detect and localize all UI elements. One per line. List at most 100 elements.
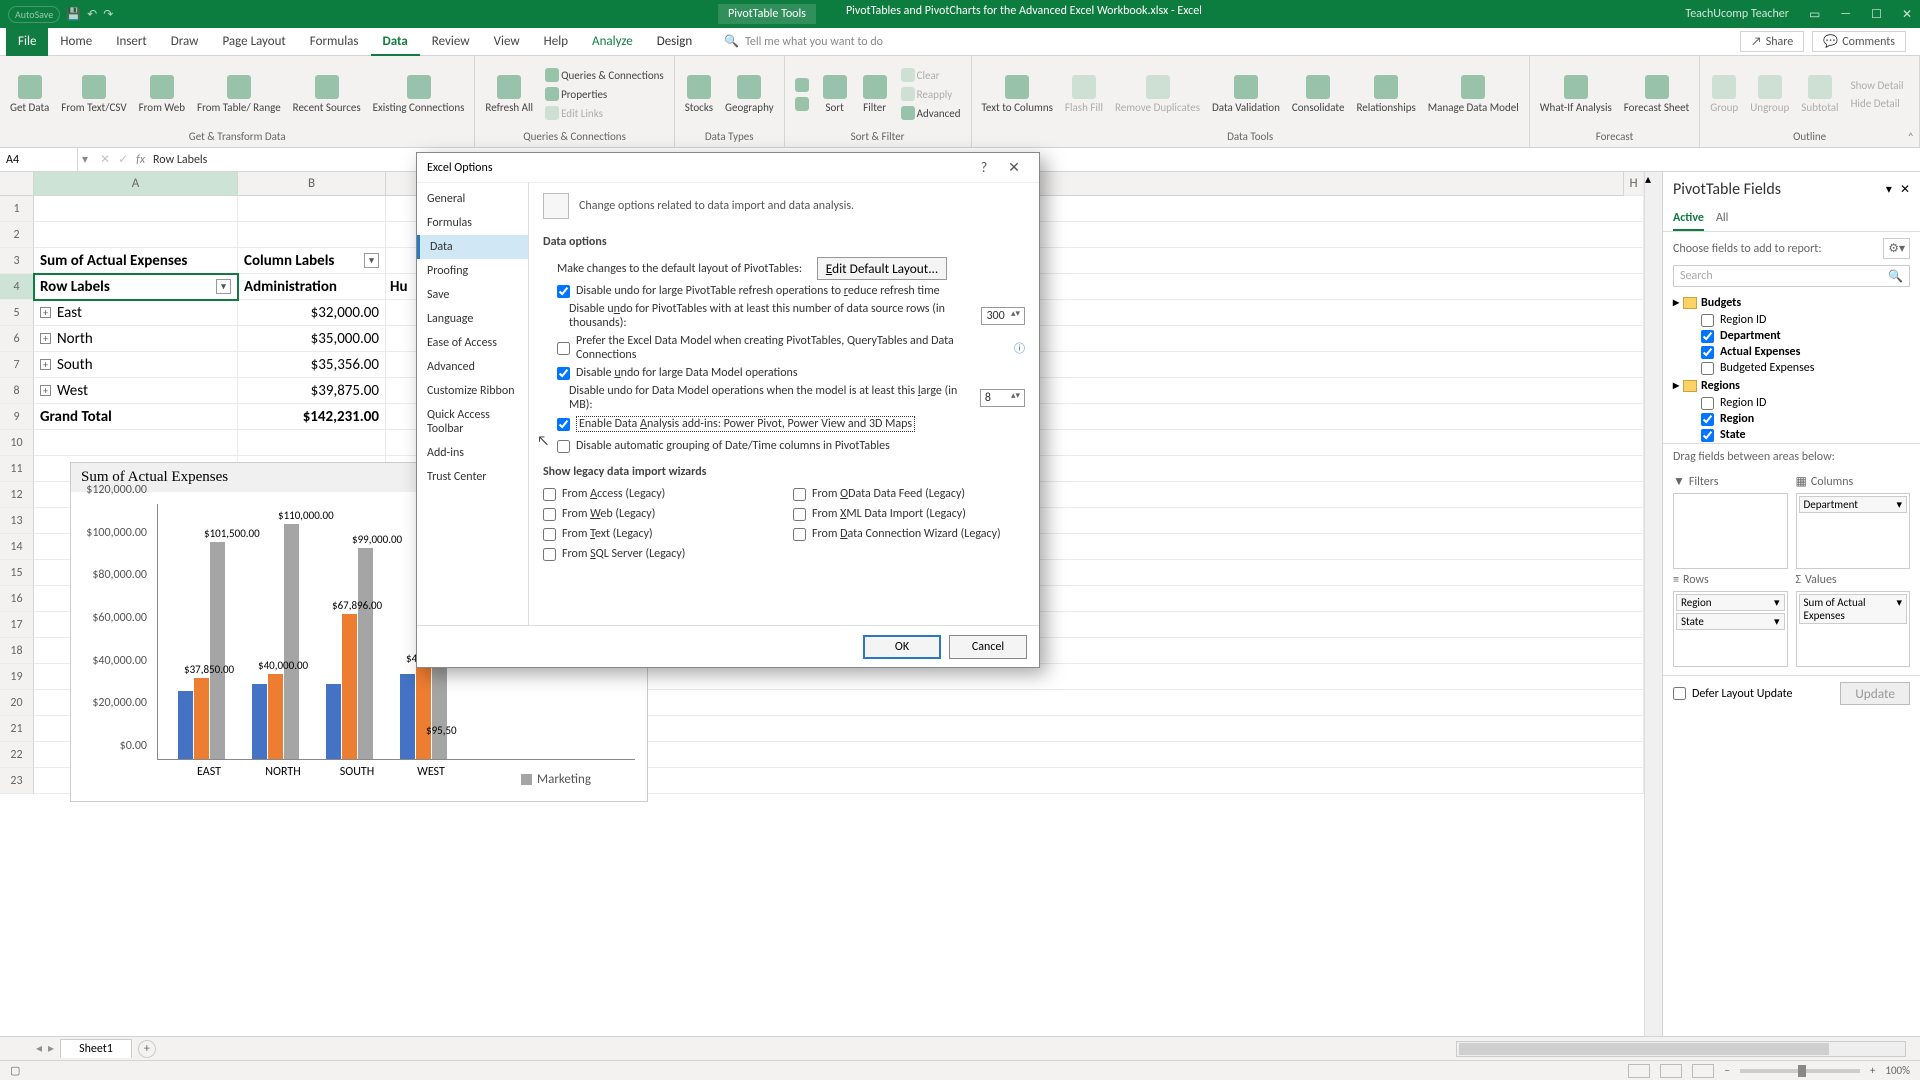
row-header[interactable]: 22 <box>0 742 34 768</box>
chevron-down-icon[interactable]: ▾ <box>1896 498 1902 511</box>
user-name[interactable]: TeachUcomp Teacher <box>1685 7 1789 21</box>
pane-close-icon[interactable]: ✕ <box>1900 182 1910 197</box>
row-header[interactable]: 4 <box>0 274 34 300</box>
field-checkbox[interactable] <box>1701 346 1714 359</box>
row-header[interactable]: 3 <box>0 248 34 274</box>
field-checkbox[interactable] <box>1701 429 1714 442</box>
chart-bar[interactable] <box>252 684 267 759</box>
dialog-close-icon[interactable]: ✕ <box>999 159 1029 176</box>
defer-update-checkbox[interactable] <box>1673 687 1686 700</box>
zoom-slider[interactable] <box>1740 1069 1860 1073</box>
row-header[interactable]: 20 <box>0 690 34 716</box>
vertical-scrollbar[interactable] <box>1644 196 1662 1036</box>
recent-sources-button[interactable]: Recent Sources <box>289 73 365 116</box>
sheet-tab-sheet1[interactable]: Sheet1 <box>60 1039 132 1058</box>
legacy-odata-checkbox[interactable] <box>793 488 806 501</box>
col-header-partial[interactable]: H <box>1624 172 1644 196</box>
field-checkbox[interactable] <box>1701 413 1714 426</box>
chevron-down-icon[interactable]: ▾ <box>1896 596 1902 622</box>
refresh-all-button[interactable]: Refresh All <box>481 73 537 116</box>
update-button[interactable]: Update <box>1840 682 1910 705</box>
row-header[interactable]: 19 <box>0 664 34 690</box>
tab-insert[interactable]: Insert <box>104 28 159 56</box>
filter-dropdown-icon[interactable]: ▾ <box>364 253 379 268</box>
chart-bar[interactable] <box>400 674 415 759</box>
expand-icon[interactable]: + <box>40 385 51 396</box>
options-nav-item[interactable]: Advanced <box>417 355 528 379</box>
field-chip[interactable]: Region▾ <box>1676 594 1785 611</box>
chart-bar[interactable] <box>342 614 357 759</box>
cell[interactable]: +East <box>34 300 238 326</box>
options-nav-item[interactable]: Data <box>417 235 528 259</box>
cell[interactable] <box>238 222 386 248</box>
collapse-icon[interactable]: ▸ <box>1673 378 1679 393</box>
field-checkbox[interactable] <box>1701 362 1714 375</box>
ribbon-display-icon[interactable]: ▭ <box>1809 7 1820 22</box>
row-header[interactable]: 23 <box>0 768 34 794</box>
from-web-button[interactable]: From Web <box>135 73 189 116</box>
page-break-view-icon[interactable] <box>1692 1064 1714 1078</box>
disable-undo-dm-checkbox[interactable] <box>557 367 570 380</box>
field-label[interactable]: State <box>1720 428 1746 442</box>
legacy-text-checkbox[interactable] <box>543 528 556 541</box>
cell[interactable]: $35,000.00 <box>238 326 386 352</box>
advanced-filter-button[interactable]: Advanced <box>897 104 965 122</box>
cell[interactable] <box>238 430 386 456</box>
options-nav-item[interactable]: Quick Access Toolbar <box>417 403 528 441</box>
field-label[interactable]: Region <box>1720 412 1754 426</box>
cell[interactable] <box>238 196 386 222</box>
info-icon[interactable]: ⓘ <box>1014 340 1025 356</box>
expand-icon[interactable]: + <box>40 333 51 344</box>
rows-drop-area[interactable]: Region▾State▾ <box>1673 591 1788 667</box>
pane-tab-active[interactable]: Active <box>1673 207 1704 231</box>
prev-sheet-icon[interactable]: ◂ <box>36 1041 42 1056</box>
existing-connections-button[interactable]: Existing Connections <box>369 73 469 116</box>
what-if-button[interactable]: What-If Analysis <box>1536 73 1616 116</box>
field-label[interactable]: Actual Expenses <box>1720 345 1800 359</box>
tab-formulas[interactable]: Formulas <box>298 28 371 56</box>
text-to-columns-button[interactable]: Text to Columns <box>978 73 1057 116</box>
geography-button[interactable]: Geography <box>721 73 778 116</box>
tab-home[interactable]: Home <box>48 28 104 56</box>
consolidate-button[interactable]: Consolidate <box>1288 73 1349 116</box>
field-checkbox[interactable] <box>1701 397 1714 410</box>
cell[interactable]: $39,875.00 <box>238 378 386 404</box>
from-csv-button[interactable]: From Text/CSV <box>57 73 130 116</box>
expand-icon[interactable]: + <box>40 359 51 370</box>
filter-button[interactable]: Filter <box>857 73 893 116</box>
get-data-button[interactable]: Get Data <box>6 73 53 116</box>
row-header[interactable]: 17 <box>0 612 34 638</box>
legacy-xml-checkbox[interactable] <box>793 508 806 521</box>
comments-button[interactable]: 💬Comments <box>1812 31 1906 52</box>
save-icon[interactable]: 💾 <box>66 7 81 22</box>
undo-icon[interactable]: ↶ <box>87 7 97 22</box>
zoom-out-icon[interactable]: − <box>1724 1064 1729 1077</box>
redo-icon[interactable]: ↷ <box>103 7 113 22</box>
chart-bar[interactable] <box>326 684 341 759</box>
zoom-in-icon[interactable]: + <box>1870 1064 1875 1077</box>
chevron-down-icon[interactable]: ▾ <box>1774 596 1780 609</box>
field-search-input[interactable]: Search 🔍 <box>1673 265 1910 287</box>
horizontal-scrollbar[interactable] <box>1456 1041 1906 1057</box>
field-label[interactable]: Department <box>1720 329 1781 343</box>
close-icon[interactable]: ✕ <box>1902 7 1912 22</box>
queries-connections-button[interactable]: Queries & Connections <box>541 66 668 84</box>
manage-data-model-button[interactable]: Manage Data Model <box>1424 73 1523 116</box>
dm-mb-threshold-spinner[interactable]: 8▴▾ <box>980 389 1025 407</box>
chart-bar[interactable] <box>210 542 225 759</box>
cell[interactable]: $35,356.00 <box>238 352 386 378</box>
row-header[interactable]: 21 <box>0 716 34 742</box>
expand-icon[interactable]: + <box>40 307 51 318</box>
pt-rows-threshold-spinner[interactable]: 300▴▾ <box>981 307 1025 325</box>
maximize-icon[interactable]: ☐ <box>1871 7 1882 22</box>
chart-bar[interactable] <box>416 667 431 759</box>
row-header[interactable]: 2 <box>0 222 34 248</box>
tab-review[interactable]: Review <box>420 28 482 56</box>
cell[interactable]: Column Labels▾ <box>238 248 386 274</box>
add-sheet-button[interactable]: + <box>138 1040 156 1058</box>
legacy-access-checkbox[interactable] <box>543 488 556 501</box>
tab-design[interactable]: Design <box>645 28 704 56</box>
normal-view-icon[interactable] <box>1628 1064 1650 1078</box>
row-header[interactable]: 9 <box>0 404 34 430</box>
field-table-node[interactable]: ▸Regions <box>1673 376 1910 395</box>
